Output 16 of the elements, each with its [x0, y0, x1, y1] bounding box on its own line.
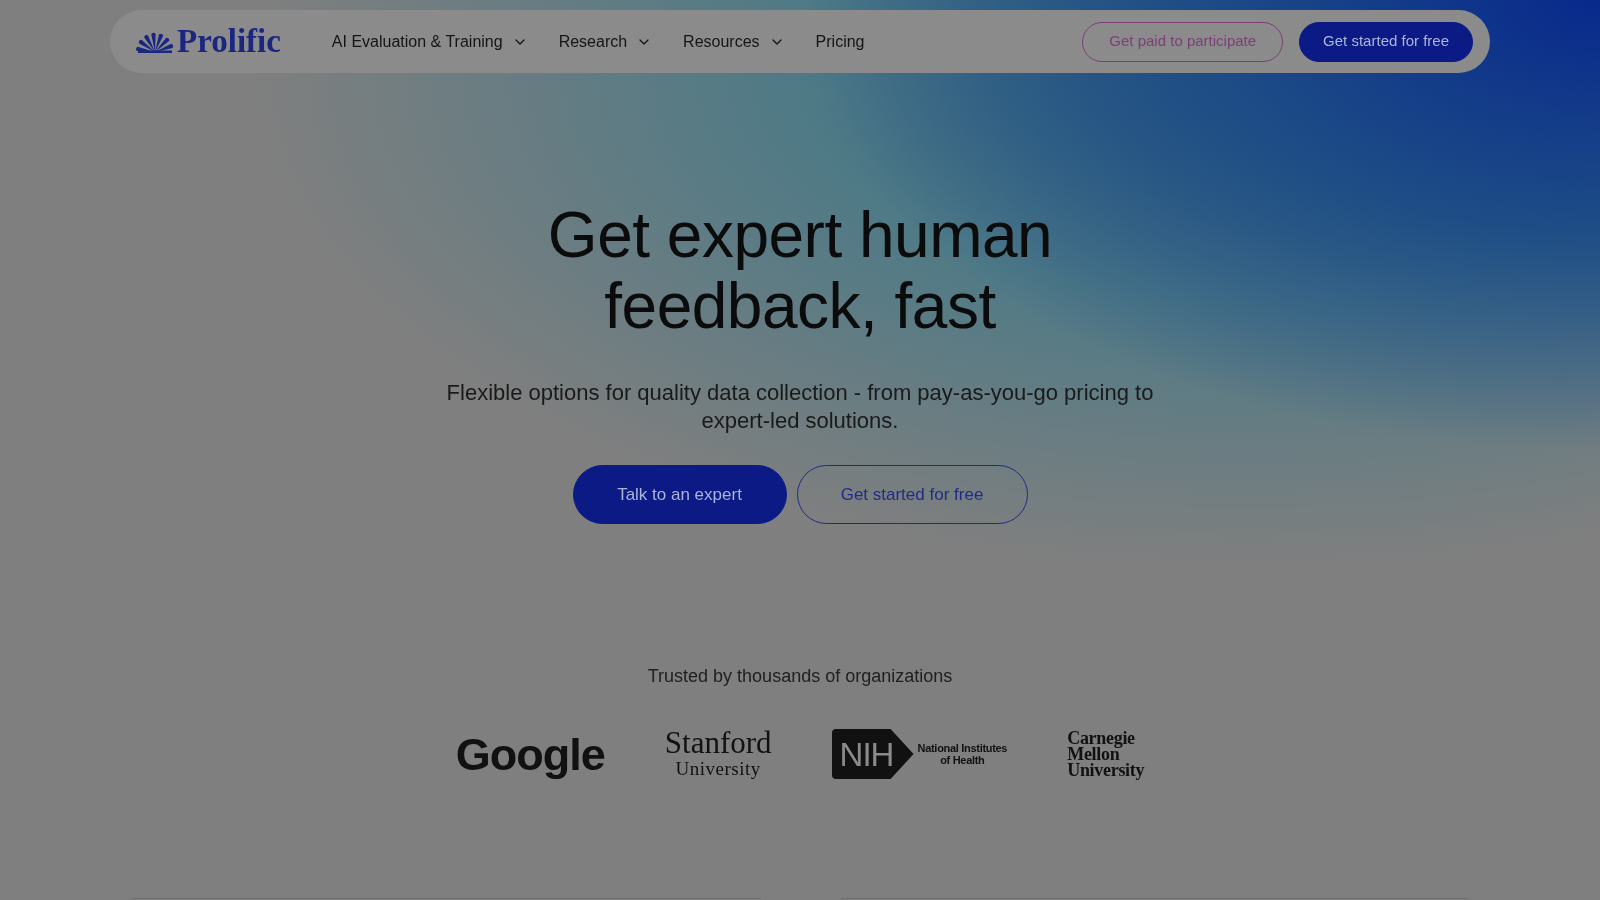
talk-to-expert-button[interactable]: Talk to an expert	[572, 465, 787, 524]
home-logo-link[interactable]: Prolific	[136, 25, 281, 58]
trusted-heading: Trusted by thousands of organizations	[647, 665, 953, 688]
sunburst-logo-icon	[136, 30, 174, 53]
logo-wordmark: Stanford University	[664, 728, 772, 780]
hero-subtitle: Flexible options for quality data collection - from pay-as-you-go pricing to expert-led solutions.	[445, 379, 1155, 435]
nav-link[interactable]: Resources	[683, 29, 785, 54]
logo-wordmark: Google	[455, 731, 605, 777]
nav-link[interactable]: Pricing	[815, 29, 865, 54]
logo-wordmark: Carnegie Mellon University	[1067, 730, 1145, 778]
get-started-button[interactable]: Get started for free	[1299, 21, 1473, 62]
nav-link[interactable]: Research	[558, 29, 653, 54]
logo-badge: NIH	[831, 729, 914, 779]
logo-wordmark: National Institutes of Health	[917, 742, 1008, 766]
hero-title: Get expert human feedback, fast	[546, 200, 1054, 342]
nav-link[interactable]: AI Evaluation & Training	[331, 29, 528, 54]
